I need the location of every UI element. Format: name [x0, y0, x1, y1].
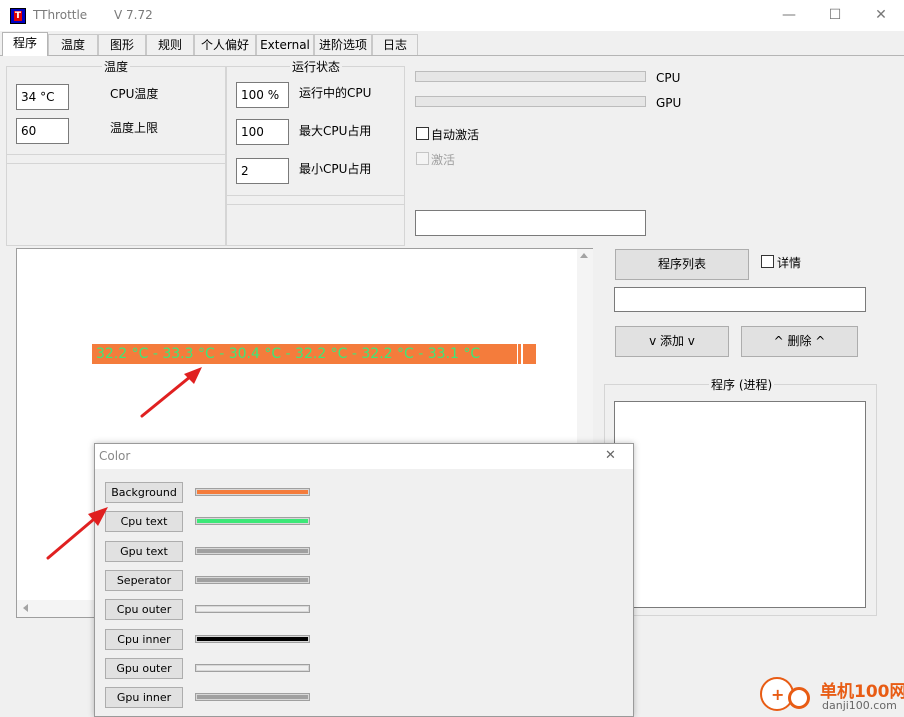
divider — [6, 154, 226, 155]
color-swatch — [195, 693, 310, 701]
color-swatch-fill — [197, 666, 308, 670]
color-swatch — [195, 664, 310, 672]
gpu-load-label: GPU — [656, 96, 682, 110]
arrow-annotation — [46, 507, 108, 560]
min-cpu-field[interactable]: 2 — [236, 158, 289, 184]
running-cpu-field[interactable]: 100 % — [236, 82, 289, 108]
title-bar: T TThrottle V 7.72 — ☐ ✕ — [0, 0, 904, 31]
scroll-up-icon[interactable] — [580, 253, 588, 258]
status-field[interactable] — [415, 210, 646, 236]
program-input[interactable] — [614, 287, 866, 312]
app-icon: T — [10, 8, 26, 24]
close-button[interactable]: ✕ — [858, 0, 904, 31]
color-swatch-fill — [197, 549, 308, 553]
divider — [226, 195, 405, 196]
tab-program[interactable]: 程序 — [2, 32, 48, 56]
temp-limit-field[interactable]: 60 — [16, 118, 69, 144]
min-cpu-label: 最小CPU占用 — [299, 162, 372, 176]
tab-temperature[interactable]: 温度 — [48, 34, 98, 55]
color-button-gpu-text[interactable]: Gpu text — [105, 541, 183, 562]
tab-preferences[interactable]: 个人偏好 — [194, 34, 256, 55]
temperature-group-label: 温度 — [102, 58, 131, 75]
color-button-seperator[interactable]: Seperator — [105, 570, 183, 591]
cpu-load-label: CPU — [656, 71, 681, 85]
running-cpu-label: 运行中的CPU — [299, 86, 372, 100]
color-button-cpu-text[interactable]: Cpu text — [105, 511, 183, 532]
max-cpu-field[interactable]: 100 — [236, 119, 289, 145]
color-swatch — [195, 605, 310, 613]
watermark-url: danji100.com — [822, 699, 897, 712]
app-version: V 7.72 — [114, 8, 153, 22]
color-swatch-fill — [197, 578, 308, 582]
window-title: TThrottle — [33, 8, 88, 22]
temp-limit-label: 温度上限 — [110, 121, 159, 135]
details-checkbox[interactable] — [761, 255, 774, 268]
remove-button[interactable]: ^ 删除 ^ — [741, 326, 858, 357]
watermark: + 单机100网 danji100.com — [758, 675, 904, 717]
auto-activate-checkbox[interactable] — [416, 127, 429, 140]
tab-rules[interactable]: 规则 — [146, 34, 194, 55]
temperature-strip: 32.2 °C - 33.3 °C - 30.4 °C - 32.2 °C - … — [92, 344, 517, 364]
color-button-background[interactable]: Background — [105, 482, 183, 503]
scroll-left-icon[interactable] — [23, 604, 28, 612]
run-state-group-label: 运行状态 — [290, 58, 343, 75]
programs-listbox[interactable] — [614, 401, 866, 608]
cpu-temp-label: CPU温度 — [110, 87, 159, 101]
color-dialog-title: Color — [99, 449, 131, 463]
tab-advanced[interactable]: 进阶选项 — [314, 34, 372, 55]
tab-external[interactable]: External — [256, 34, 314, 55]
color-button-gpu-outer[interactable]: Gpu outer — [105, 658, 183, 679]
tab-log[interactable]: 日志 — [372, 34, 418, 55]
color-swatch-fill — [197, 637, 308, 641]
activate-checkbox[interactable] — [416, 152, 429, 165]
color-swatch-fill — [197, 519, 308, 523]
strip-separator — [518, 344, 521, 364]
color-button-gpu-inner[interactable]: Gpu inner — [105, 687, 183, 708]
program-list-button[interactable]: 程序列表 — [615, 249, 749, 280]
color-swatch-fill — [197, 695, 308, 699]
gpu-load-bar — [415, 96, 646, 107]
tab-underline — [0, 55, 904, 56]
color-swatch — [195, 547, 310, 555]
divider — [6, 163, 226, 164]
cpu-temp-field[interactable]: 34 °C — [16, 84, 69, 110]
color-button-cpu-outer[interactable]: Cpu outer — [105, 599, 183, 620]
color-swatch — [195, 576, 310, 584]
minimize-button[interactable]: — — [766, 0, 812, 31]
color-button-cpu-inner[interactable]: Cpu inner — [105, 629, 183, 650]
details-label: 详情 — [777, 256, 802, 270]
color-swatch — [195, 517, 310, 525]
color-swatch — [195, 488, 310, 496]
color-swatch-fill — [197, 607, 308, 611]
cpu-load-bar — [415, 71, 646, 82]
color-swatch — [195, 635, 310, 643]
auto-activate-label: 自动激活 — [431, 128, 480, 142]
divider — [226, 204, 405, 205]
color-swatch-fill — [197, 490, 308, 494]
color-dialog-titlebar: Color ✕ — [95, 444, 633, 469]
maximize-button[interactable]: ☐ — [812, 0, 858, 31]
tab-graph[interactable]: 图形 — [98, 34, 146, 55]
close-icon[interactable]: ✕ — [605, 448, 616, 463]
watermark-circle-icon — [788, 687, 810, 709]
arrow-annotation — [140, 367, 202, 418]
activate-label: 激活 — [431, 153, 456, 167]
strip-end-block — [523, 344, 536, 364]
programs-group-label: 程序 (进程) — [709, 376, 775, 393]
max-cpu-label: 最大CPU占用 — [299, 124, 372, 138]
color-dialog: Color ✕ Background Cpu text Gpu text Sepera… — [94, 443, 634, 717]
add-button[interactable]: v 添加 v — [615, 326, 729, 357]
